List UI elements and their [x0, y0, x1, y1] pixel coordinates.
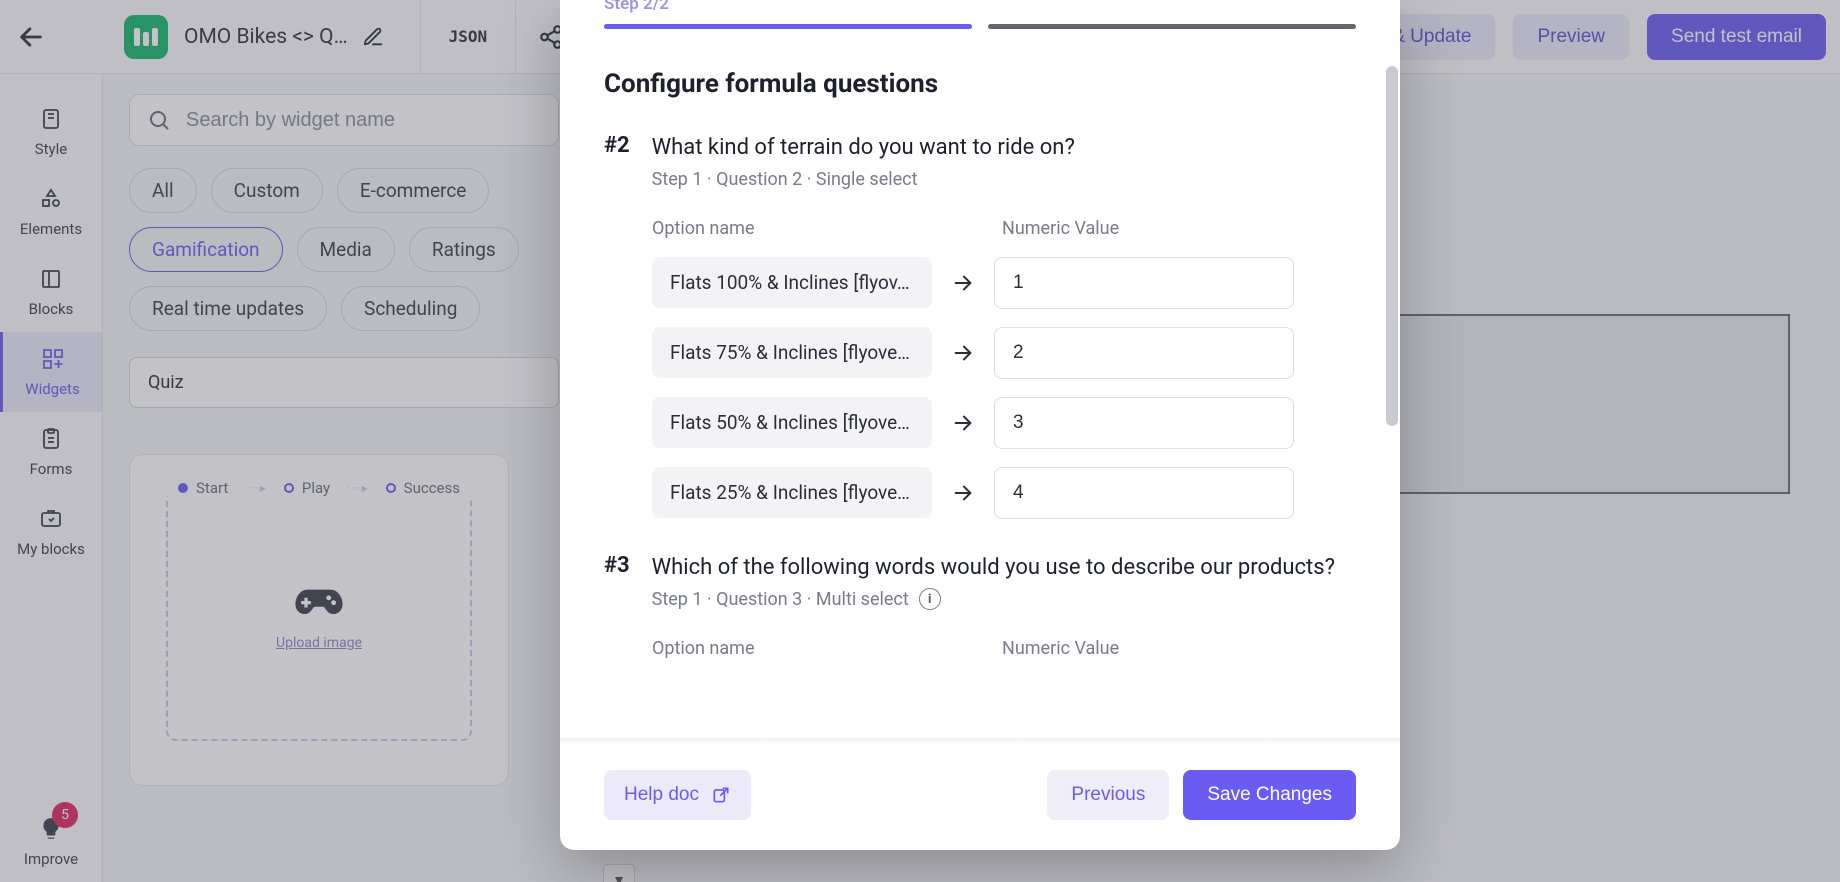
arrow-right-icon [950, 482, 976, 504]
modal-step-label: Step 2/2 [604, 0, 1356, 14]
help-doc-label: Help doc [624, 784, 699, 806]
arrow-right-icon [950, 272, 976, 294]
option-row: Flats 75% & Inclines [flyove… [604, 327, 1356, 379]
scrollbar-thumb[interactable] [1386, 66, 1398, 426]
external-link-icon [711, 785, 731, 805]
option-row: Flats 50% & Inclines [flyove… [604, 397, 1356, 449]
numeric-value-input[interactable] [994, 257, 1294, 309]
progress-step-2 [988, 24, 1356, 29]
option-name: Flats 100% & Inclines [flyov… [652, 257, 932, 308]
save-changes-button[interactable]: Save Changes [1183, 770, 1356, 820]
question-number: #3 [604, 553, 630, 578]
option-name: Flats 50% & Inclines [flyove… [652, 397, 932, 448]
option-row: Flats 100% & Inclines [flyov… [604, 257, 1356, 309]
question-text: What kind of terrain do you want to ride… [652, 133, 1075, 163]
configure-formula-modal: Step 2/2 Configure formula questions #2 … [560, 0, 1400, 850]
col-header-option: Option name [652, 218, 1002, 239]
question-text: Which of the following words would you u… [652, 553, 1335, 583]
modal-title: Configure formula questions [604, 69, 1356, 99]
option-row: Flats 25% & Inclines [flyove… [604, 467, 1356, 519]
col-header-value: Numeric Value [1002, 218, 1119, 239]
arrow-right-icon [950, 342, 976, 364]
arrow-right-icon [950, 412, 976, 434]
col-header-value: Numeric Value [1002, 638, 1119, 659]
help-doc-button[interactable]: Help doc [604, 770, 751, 820]
progress-step-1 [604, 24, 972, 29]
previous-button[interactable]: Previous [1047, 770, 1169, 820]
numeric-value-input[interactable] [994, 397, 1294, 449]
numeric-value-input[interactable] [994, 327, 1294, 379]
col-header-option: Option name [652, 638, 1002, 659]
numeric-value-input[interactable] [994, 467, 1294, 519]
option-name: Flats 75% & Inclines [flyove… [652, 327, 932, 378]
question-number: #2 [604, 133, 630, 158]
option-name: Flats 25% & Inclines [flyove… [652, 467, 932, 518]
info-icon[interactable]: i [919, 588, 941, 610]
question-meta: Step 1 · Question 2 · Single select [652, 169, 1075, 190]
question-meta: Step 1 · Question 3 · Multi select i [652, 588, 1335, 610]
